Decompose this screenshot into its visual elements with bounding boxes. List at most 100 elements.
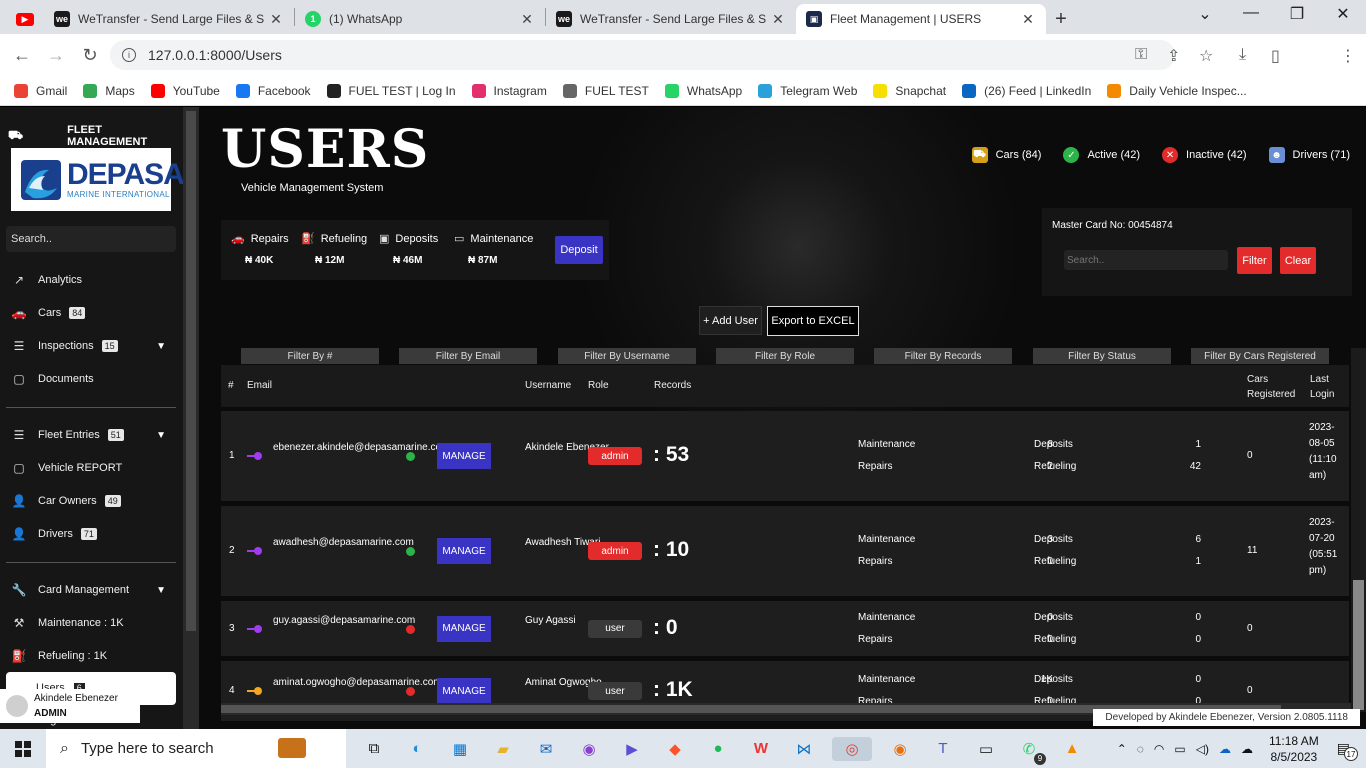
browser-tab-active[interactable]: ▣ Fleet Management | USERS ✕ [796, 4, 1046, 34]
whatsapp-icon[interactable]: ✆ 9 [1014, 737, 1046, 765]
filter-by-records[interactable]: Filter By Records [874, 348, 1012, 364]
url-field[interactable]: i 127.0.0.1:8000/Users [110, 40, 1175, 70]
bookmark-item[interactable]: (26) Feed | LinkedIn [962, 83, 1091, 98]
sidebar-item-inspections[interactable]: ☰ Inspections 15 ▼ [10, 336, 176, 356]
chevron-down-icon[interactable]: ▼ [156, 430, 166, 441]
manage-button[interactable]: MANAGE [437, 538, 491, 564]
bookmark-item[interactable]: FUEL TEST [562, 83, 649, 98]
chevron-up-icon[interactable]: ⌃ [1117, 742, 1127, 756]
clear-button[interactable]: Clear [1280, 247, 1316, 274]
wifi-icon[interactable]: ◠ [1154, 742, 1164, 756]
bookmark-item[interactable]: Facebook [235, 83, 311, 98]
bookmark-item[interactable]: Telegram Web [758, 83, 857, 98]
side-panel-icon[interactable]: ▯ [1271, 46, 1280, 66]
media-icon[interactable]: ▶ [617, 737, 647, 761]
table-row[interactable]: 2 awadhesh@depasamarine.com MANAGE Awadhesh… [221, 506, 1349, 596]
vlc-icon[interactable]: ▲ [1057, 737, 1087, 761]
filter-button[interactable]: Filter [1237, 247, 1272, 274]
tab-search-icon[interactable]: ⌄ [1182, 4, 1228, 24]
clock[interactable]: 11:18 AM 8/5/2023 [1269, 733, 1319, 765]
back-icon[interactable]: ← [6, 39, 38, 71]
export-excel-button[interactable]: Export to EXCEL [767, 306, 859, 336]
chevron-down-icon[interactable]: ▼ [156, 341, 166, 352]
table-row[interactable]: 3 guy.agassi@depasamarine.com MANAGE Guy Ag… [221, 601, 1349, 656]
manage-button[interactable]: MANAGE [437, 678, 491, 704]
firefox-icon[interactable]: ◉ [885, 737, 915, 761]
filter-by-username[interactable]: Filter By Username [558, 348, 696, 364]
close-window-icon[interactable]: ✕ [1320, 4, 1366, 24]
vscode-icon[interactable]: ⋈ [789, 737, 819, 761]
brave-icon[interactable]: ◆ [660, 737, 690, 761]
close-tab-icon[interactable]: ✕ [1020, 11, 1036, 28]
sidebar-item-drivers[interactable]: 👤 Drivers 71 [10, 524, 176, 544]
filter-by-cars-registered[interactable]: Filter By Cars Registered [1191, 348, 1329, 364]
bookmark-item[interactable]: Gmail [14, 83, 67, 98]
chrome-icon[interactable]: ◎ [832, 736, 872, 761]
close-tab-icon[interactable]: ✕ [268, 11, 284, 28]
star-icon[interactable]: ☆ [1199, 46, 1213, 66]
battery-icon[interactable]: ▭ [1174, 742, 1185, 756]
filter-by-email[interactable]: Filter By Email [399, 348, 537, 364]
key-icon[interactable]: ⚿ [1135, 46, 1147, 64]
menu-icon[interactable]: ⋮ [1340, 46, 1356, 66]
deposit-button[interactable]: Deposit [555, 236, 603, 264]
share-icon[interactable]: ⇪ [1167, 46, 1180, 66]
sidebar-item-vehicle-report[interactable]: ▢ Vehicle REPORT [10, 458, 176, 478]
bookmark-item[interactable]: Snapchat [873, 83, 946, 98]
sidebar-item-fleet-entries[interactable]: ☰ Fleet Entries 51 ▼ [10, 425, 176, 445]
sidebar-item-car-owners[interactable]: 👤 Car Owners 49 [10, 491, 176, 511]
sidebar-search-input[interactable]: Search.. [6, 226, 176, 252]
bookmark-item[interactable]: Instagram [471, 83, 547, 98]
table-row[interactable]: 1 ebenezer.akindele@depasamarine.com MANAG… [221, 411, 1349, 501]
sidebar-item-refueling[interactable]: ⛽ Refueling : 1K [10, 646, 176, 666]
sidebar-item-documents[interactable]: ▢ Documents [10, 369, 176, 389]
browser-tab[interactable]: we WeTransfer - Send Large Files & S ✕ [546, 4, 796, 34]
browser-tab[interactable]: 1 (1) WhatsApp ✕ [295, 4, 545, 34]
spotify-icon[interactable]: ● [703, 737, 733, 761]
sidebar-item-card-management[interactable]: 🔧 Card Management ▼ [10, 580, 176, 600]
close-tab-icon[interactable]: ✕ [519, 11, 535, 28]
sidebar-item-analytics[interactable]: ↗ Analytics [10, 270, 176, 290]
stat-drivers[interactable]: ☻ Drivers (71) [1268, 147, 1350, 163]
chevron-down-icon[interactable]: ▼ [156, 585, 166, 596]
minimize-icon[interactable]: — [1228, 4, 1274, 22]
master-card-search-input[interactable] [1064, 250, 1228, 270]
manage-button[interactable]: MANAGE [437, 615, 491, 642]
store-icon[interactable]: ▦ [445, 737, 475, 761]
stat-active[interactable]: ✓ Active (42) [1063, 147, 1140, 163]
teams-icon[interactable]: T [928, 737, 958, 761]
add-user-button[interactable]: + Add User [699, 306, 762, 335]
sidebar-item-maintenance[interactable]: ⚒ Maintenance : 1K [10, 613, 176, 633]
new-tab-button[interactable]: + [1046, 4, 1076, 34]
task-view-icon[interactable]: ⧉ [359, 737, 389, 761]
notification-icon[interactable]: ▤ 17 [1337, 740, 1358, 761]
stat-cars[interactable]: ⛟ Cars (84) [971, 147, 1041, 163]
filter-by-index[interactable]: Filter By # [241, 348, 379, 364]
filter-by-status[interactable]: Filter By Status [1033, 348, 1171, 364]
sidebar-scrollbar[interactable] [183, 107, 199, 729]
site-info-icon[interactable]: i [122, 48, 136, 62]
company-logo[interactable]: DEPASA MARINE INTERNATIONAL [11, 148, 185, 211]
download-icon[interactable]: ⤓ [1239, 46, 1246, 64]
volume-icon[interactable]: ◁) [1196, 742, 1209, 756]
browser-tab[interactable]: we WeTransfer - Send Large Files & S ✕ [44, 4, 294, 34]
scrollbar-thumb[interactable] [186, 111, 196, 631]
restore-icon[interactable]: ❐ [1274, 4, 1320, 24]
bookmark-item[interactable]: Maps [83, 83, 135, 98]
bookmark-item[interactable]: Daily Vehicle Inspec... [1107, 83, 1247, 98]
weather-icon[interactable]: ☁ [1241, 742, 1253, 756]
scrollbar-thumb[interactable] [1353, 580, 1364, 710]
onedrive-icon[interactable]: ☁ [1219, 742, 1231, 756]
bookmark-item[interactable]: FUEL TEST | Log In [326, 83, 456, 98]
taskbar-search-input[interactable]: ⌕ Type here to search [46, 729, 346, 768]
browser-tab[interactable]: ▶ [6, 4, 44, 34]
terminal-icon[interactable]: ▭ [971, 737, 1001, 761]
main-scrollbar[interactable] [1351, 348, 1366, 712]
start-button[interactable] [0, 729, 46, 768]
filter-by-role[interactable]: Filter By Role [716, 348, 854, 364]
meet-now-icon[interactable]: ◌ [1137, 742, 1144, 756]
stat-inactive[interactable]: ✕ Inactive (42) [1162, 147, 1247, 163]
game-icon[interactable]: ◉ [574, 737, 604, 761]
mail-icon[interactable]: ✉ [531, 737, 561, 761]
manage-button[interactable]: MANAGE [437, 443, 491, 469]
